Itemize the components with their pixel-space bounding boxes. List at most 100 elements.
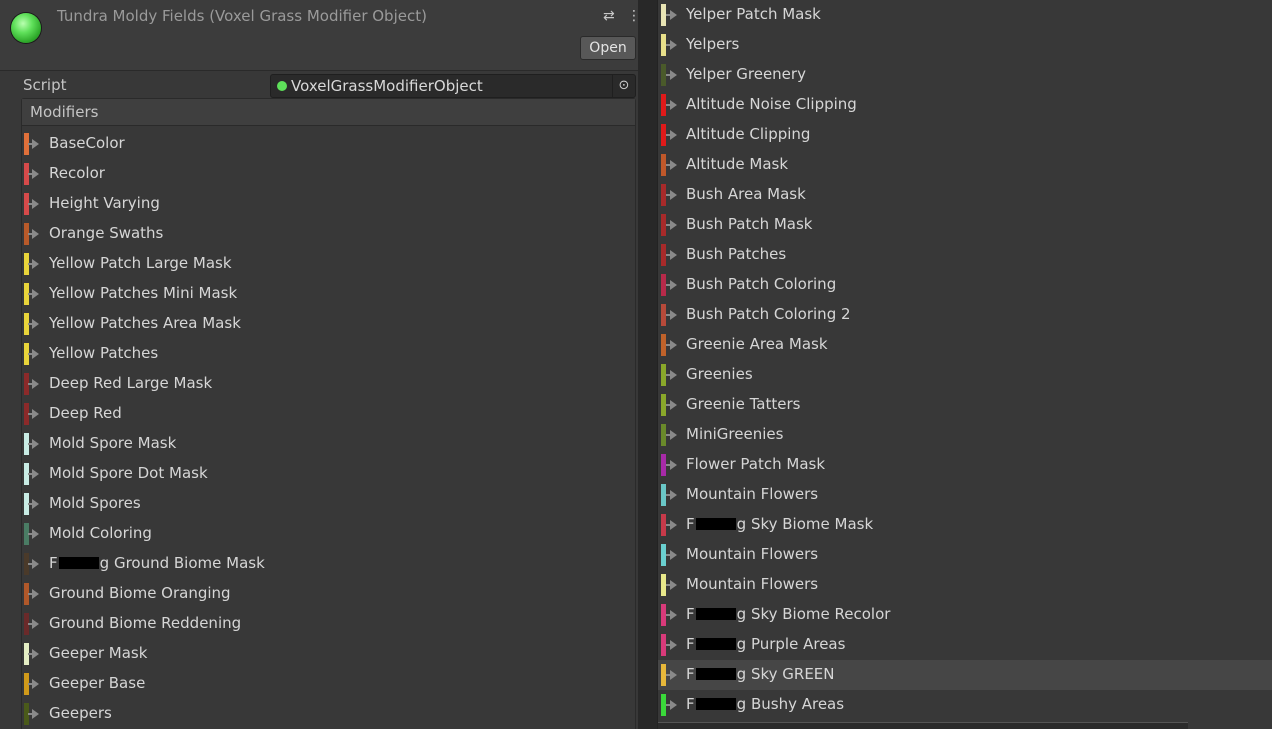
expand-arrow-icon[interactable]	[666, 370, 677, 380]
script-row: Script VoxelGrassModifierObject ⊙	[0, 72, 638, 98]
expand-arrow-icon[interactable]	[28, 259, 39, 269]
list-item[interactable]: Ground Biome Oranging	[22, 579, 635, 609]
list-item[interactable]: Fg Sky Biome Mask	[658, 510, 1272, 540]
list-item[interactable]: BaseColor	[22, 129, 635, 159]
expand-arrow-icon[interactable]	[666, 250, 677, 260]
expand-arrow-icon[interactable]	[28, 559, 39, 569]
list-item[interactable]: Yelpers	[658, 30, 1272, 60]
expand-arrow-icon[interactable]	[666, 640, 677, 650]
expand-arrow-icon[interactable]	[666, 10, 677, 20]
list-item[interactable]: Yelper Greenery	[658, 60, 1272, 90]
list-item[interactable]: Yellow Patches Mini Mask	[22, 279, 635, 309]
list-item[interactable]: Yelper Patch Mask	[658, 0, 1272, 30]
expand-arrow-icon[interactable]	[28, 409, 39, 419]
expand-arrow-icon[interactable]	[666, 490, 677, 500]
expand-arrow-icon[interactable]	[666, 130, 677, 140]
list-item[interactable]: Geeper Mask	[22, 639, 635, 669]
redaction-block	[58, 557, 99, 569]
expand-arrow-icon[interactable]	[28, 649, 39, 659]
list-item[interactable]: Height Varying	[22, 189, 635, 219]
expand-arrow-icon[interactable]	[28, 229, 39, 239]
expand-arrow-icon[interactable]	[28, 589, 39, 599]
list-item[interactable]: Mountain Flowers	[658, 480, 1272, 510]
expand-arrow-icon[interactable]	[666, 190, 677, 200]
list-item[interactable]: Mold Spore Mask	[22, 429, 635, 459]
list-item[interactable]: Yellow Patch Large Mask	[22, 249, 635, 279]
redaction-block	[695, 638, 736, 650]
list-item[interactable]: Bush Patch Coloring	[658, 270, 1272, 300]
list-item[interactable]: Deep Red Large Mask	[22, 369, 635, 399]
expand-arrow-icon[interactable]	[666, 460, 677, 470]
list-item[interactable]: Altitude Noise Clipping	[658, 90, 1272, 120]
expand-arrow-icon[interactable]	[666, 550, 677, 560]
expand-arrow-icon[interactable]	[666, 430, 677, 440]
expand-arrow-icon[interactable]	[666, 100, 677, 110]
list-item[interactable]: Bush Area Mask	[658, 180, 1272, 210]
expand-arrow-icon[interactable]	[28, 169, 39, 179]
expand-arrow-icon[interactable]	[28, 499, 39, 509]
list-item[interactable]: Ground Biome Reddening	[22, 609, 635, 639]
modifiers-header[interactable]: Modifiers	[22, 99, 635, 126]
list-item[interactable]: Recolor	[22, 159, 635, 189]
list-item[interactable]: Flower Patch Mask	[658, 450, 1272, 480]
expand-arrow-icon[interactable]	[28, 619, 39, 629]
expand-arrow-icon[interactable]	[666, 160, 677, 170]
expand-arrow-icon[interactable]	[28, 139, 39, 149]
expand-arrow-icon[interactable]	[28, 469, 39, 479]
sliders-icon[interactable]: ⇄	[603, 8, 615, 24]
list-item[interactable]: Orange Swaths	[22, 219, 635, 249]
expand-arrow-icon[interactable]	[666, 610, 677, 620]
list-item[interactable]: Altitude Clipping	[658, 120, 1272, 150]
expand-arrow-icon[interactable]	[666, 400, 677, 410]
expand-arrow-icon[interactable]	[28, 289, 39, 299]
expand-arrow-icon[interactable]	[666, 700, 677, 710]
open-button[interactable]: Open	[580, 36, 636, 60]
expand-arrow-icon[interactable]	[666, 310, 677, 320]
expand-arrow-icon[interactable]	[666, 520, 677, 530]
expand-arrow-icon[interactable]	[666, 280, 677, 290]
list-item[interactable]: Bush Patches	[658, 240, 1272, 270]
list-item[interactable]: Mountain Flowers	[658, 570, 1272, 600]
script-field[interactable]: VoxelGrassModifierObject ⊙	[270, 74, 636, 98]
list-item[interactable]: Deep Red	[22, 399, 635, 429]
expand-arrow-icon[interactable]	[666, 40, 677, 50]
list-item[interactable]: Greenie Area Mask	[658, 330, 1272, 360]
list-item[interactable]: Mold Coloring	[22, 519, 635, 549]
list-item[interactable]: Yellow Patches	[22, 339, 635, 369]
expand-arrow-icon[interactable]	[28, 529, 39, 539]
list-item[interactable]: Fg Sky Biome Recolor	[658, 600, 1272, 630]
expand-arrow-icon[interactable]	[666, 220, 677, 230]
list-item[interactable]: Fg Ground Biome Mask	[22, 549, 635, 579]
list-item[interactable]: MiniGreenies	[658, 420, 1272, 450]
expand-arrow-icon[interactable]	[28, 379, 39, 389]
list-item[interactable]: Geepers	[22, 699, 635, 729]
list-item[interactable]: Geeper Base	[22, 669, 635, 699]
target-icon[interactable]: ⊙	[612, 75, 635, 97]
list-item[interactable]: Altitude Mask	[658, 150, 1272, 180]
list-item[interactable]: Fg Bushy Areas	[658, 690, 1272, 720]
kebab-menu-icon[interactable]: ⋮	[627, 8, 638, 24]
horizontal-scrollbar[interactable]	[658, 722, 1188, 729]
list-item[interactable]: Greenie Tatters	[658, 390, 1272, 420]
expand-arrow-icon[interactable]	[28, 319, 39, 329]
list-item[interactable]: Mold Spore Dot Mask	[22, 459, 635, 489]
list-item[interactable]: Yellow Patches Area Mask	[22, 309, 635, 339]
expand-arrow-icon[interactable]	[28, 679, 39, 689]
list-item[interactable]: Mountain Flowers	[658, 540, 1272, 570]
label-suffix: g	[736, 605, 747, 623]
expand-arrow-icon[interactable]	[28, 349, 39, 359]
list-item[interactable]: Bush Patch Coloring 2	[658, 300, 1272, 330]
expand-arrow-icon[interactable]	[28, 709, 39, 719]
list-item[interactable]: Fg Purple Areas	[658, 630, 1272, 660]
list-item[interactable]: Bush Patch Mask	[658, 210, 1272, 240]
expand-arrow-icon[interactable]	[666, 580, 677, 590]
list-item[interactable]: Mold Spores	[22, 489, 635, 519]
expand-arrow-icon[interactable]	[28, 439, 39, 449]
expand-arrow-icon[interactable]	[666, 670, 677, 680]
expand-arrow-icon[interactable]	[28, 199, 39, 209]
list-item[interactable]: Fg Sky GREEN	[658, 660, 1272, 690]
modifier-label: Height Varying	[49, 194, 160, 212]
list-item[interactable]: Greenies	[658, 360, 1272, 390]
expand-arrow-icon[interactable]	[666, 70, 677, 80]
expand-arrow-icon[interactable]	[666, 340, 677, 350]
